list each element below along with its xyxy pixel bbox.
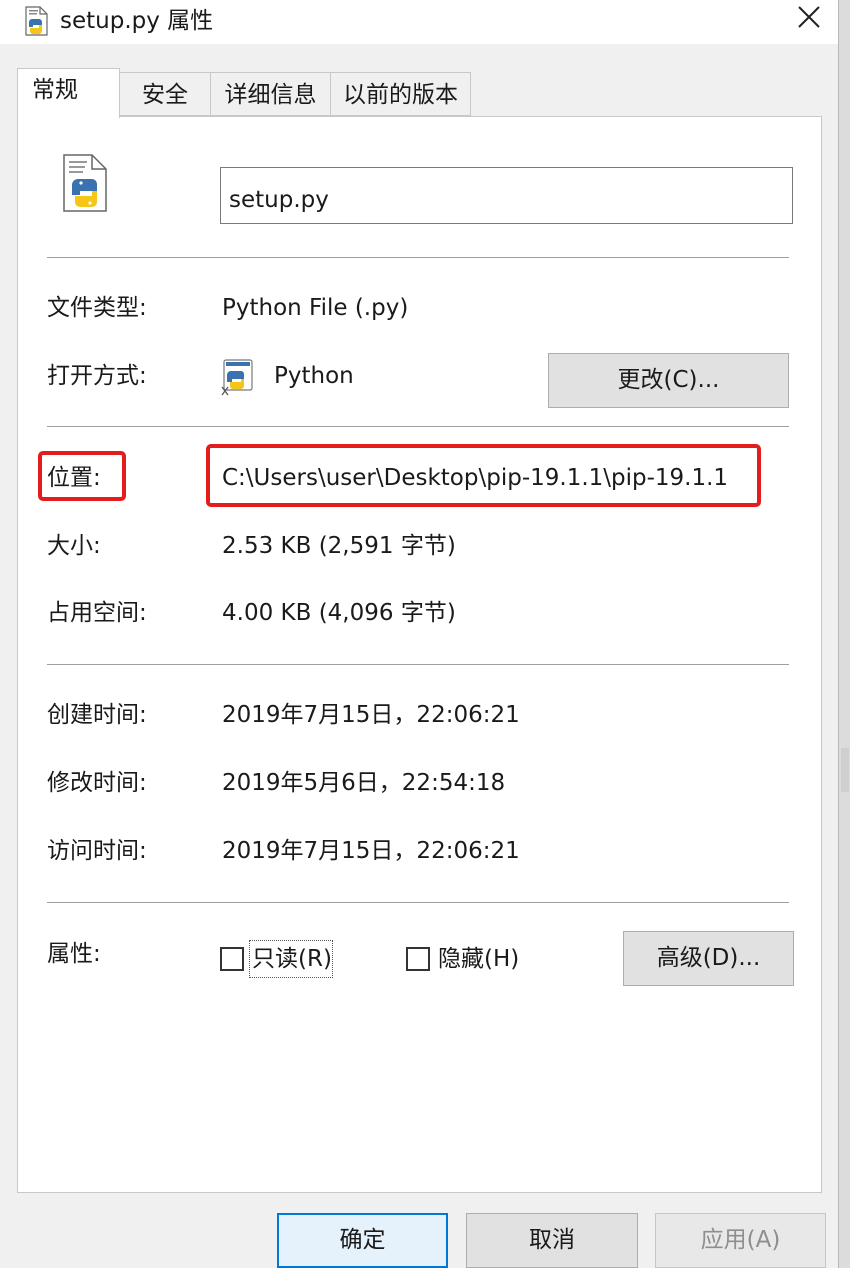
tab-general[interactable]: 常规 [17,68,120,118]
general-panel [17,116,822,1193]
modified-label: 修改时间: [47,770,147,796]
tab-security[interactable]: 安全 [119,72,211,116]
open-with-label: 打开方式: [47,363,147,389]
file-name-input[interactable] [220,167,793,224]
open-with-value: Python [274,363,354,389]
python-file-icon [63,154,107,212]
accessed-label: 访问时间: [47,838,147,864]
window-title: setup.py 属性 [60,8,214,34]
location-label: 位置: [47,465,101,491]
separator [47,257,789,258]
size-label: 大小: [47,533,101,559]
cancel-button[interactable]: 取消 [466,1213,638,1268]
created-label: 创建时间: [47,702,147,728]
created-value: 2019年7月15日，22:06:21 [222,702,520,728]
location-value: C:\Users\user\Desktop\pip-19.1.1\pip-19.… [222,465,729,491]
ok-button[interactable]: 确定 [277,1213,448,1268]
close-icon[interactable] [790,0,830,40]
title-bar: setup.py 属性 [0,0,850,44]
attributes-label: 属性: [47,941,101,967]
file-type-label: 文件类型: [47,295,147,321]
size-on-disk-label: 占用空间: [47,600,147,626]
hidden-label[interactable]: 隐藏(H) [438,944,519,974]
tab-details[interactable]: 详细信息 [210,72,331,116]
size-value: 2.53 KB (2,591 字节) [222,533,456,559]
readonly-checkbox[interactable] [220,947,244,971]
separator [47,902,789,903]
hidden-checkbox[interactable] [406,947,430,971]
python-launcher-icon [221,359,253,396]
apply-button[interactable]: 应用(A) [655,1213,826,1268]
tab-previous-versions[interactable]: 以前的版本 [330,72,471,116]
change-button[interactable]: 更改(C)... [548,353,789,408]
accessed-value: 2019年7月15日，22:06:21 [222,838,520,864]
modified-value: 2019年5月6日，22:54:18 [222,770,506,796]
advanced-button[interactable]: 高级(D)... [623,931,794,986]
background-window-edge [838,0,850,1268]
separator [47,426,789,427]
file-type-value: Python File (.py) [222,295,409,321]
readonly-label[interactable]: 只读(R) [252,944,332,974]
separator [47,664,789,665]
python-file-icon [25,6,48,36]
size-on-disk-value: 4.00 KB (4,096 字节) [222,600,456,626]
